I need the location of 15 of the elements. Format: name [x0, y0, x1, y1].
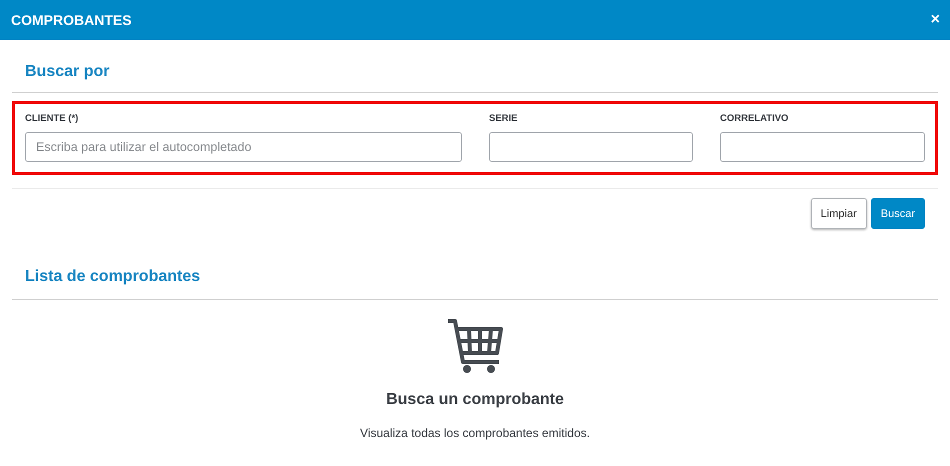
- input-field[interactable]: [720, 132, 925, 162]
- cart-icon: [447, 318, 503, 373]
- empty-state-title: Busca un comprobante: [386, 391, 564, 409]
- section-heading: Lista de comprobantes: [24, 267, 202, 287]
- section-heading: Buscar por: [24, 62, 110, 82]
- search-button[interactable]: Buscar: [870, 198, 925, 229]
- field-label: CLIENTE (*): [25, 112, 80, 126]
- clear-button[interactable]: Limpiar: [810, 198, 867, 229]
- empty-state-text: Visualiza todas los comprobantes emitidos.: [360, 426, 590, 440]
- field-label: SERIE: [489, 112, 519, 126]
- field-label: CORRELATIVO: [720, 112, 790, 126]
- close-button[interactable]: ×: [930, 12, 940, 28]
- input-field[interactable]: [489, 132, 693, 162]
- window-title: COMPROBANTES: [11, 12, 132, 28]
- input-field[interactable]: Escriba para utilizar el autocompletado: [25, 132, 462, 162]
